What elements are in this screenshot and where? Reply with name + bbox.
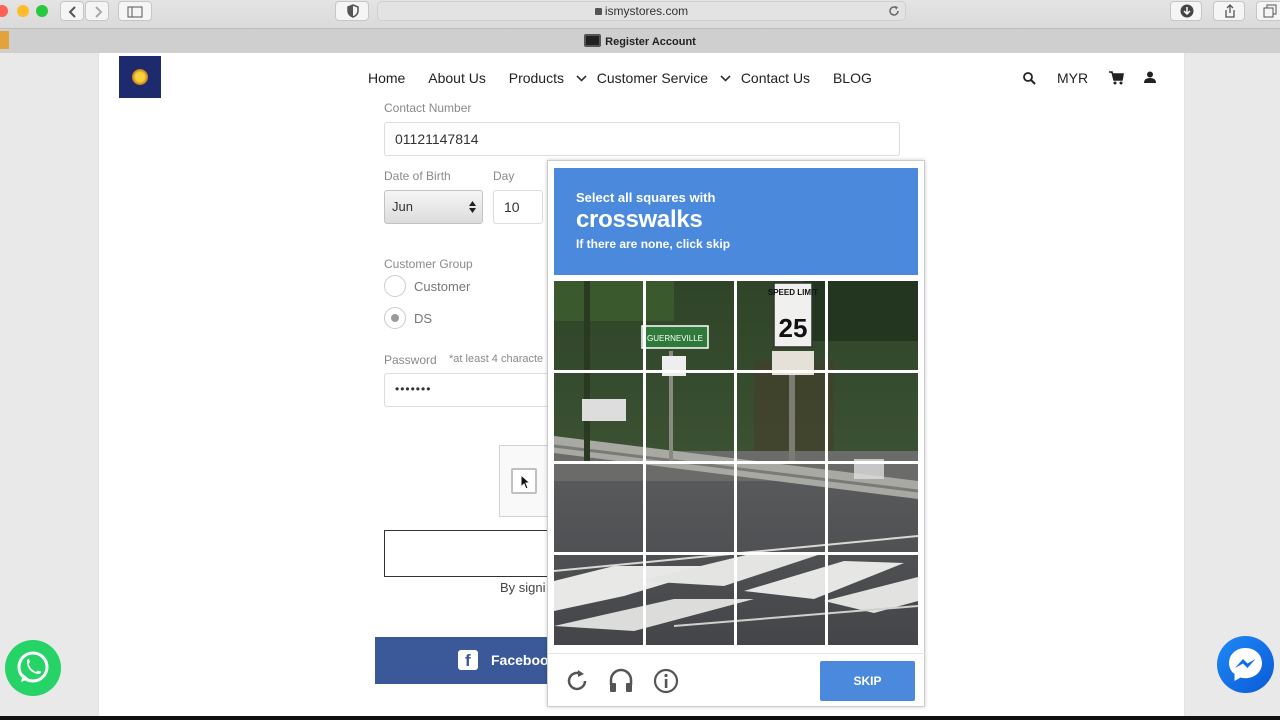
captcha-footer: SKIP — [548, 653, 926, 708]
site-logo[interactable] — [119, 56, 161, 98]
mouse-cursor-icon — [520, 474, 530, 490]
dob-label: Date of Birth — [384, 169, 451, 183]
reload-icon[interactable] — [888, 5, 900, 17]
main-nav: Home About Us Products Customer Service … — [368, 70, 891, 86]
month-select[interactable]: Jun — [384, 190, 483, 224]
whatsapp-icon — [17, 651, 49, 683]
nav-products[interactable]: Products — [509, 70, 593, 86]
captcha-tile[interactable] — [645, 281, 734, 370]
captcha-tile[interactable] — [827, 463, 916, 552]
captcha-tile[interactable] — [645, 463, 734, 552]
facebook-login-button[interactable]: f Faceboo — [375, 637, 553, 684]
day-input[interactable]: 10 — [493, 190, 543, 224]
captcha-tile[interactable] — [736, 463, 825, 552]
radio-customer[interactable] — [384, 275, 406, 297]
captcha-tile[interactable] — [554, 372, 643, 461]
share-button[interactable] — [1213, 1, 1245, 21]
radio-ds-label: DS — [414, 311, 433, 326]
shield-icon — [347, 4, 359, 18]
account-icon[interactable] — [1144, 71, 1156, 84]
chevron-down-icon — [720, 75, 731, 82]
nav-contact-us[interactable]: Contact Us — [741, 70, 810, 86]
captcha-tile[interactable] — [827, 372, 916, 461]
password-input[interactable]: ••••••• — [384, 373, 554, 407]
captcha-tile[interactable] — [736, 281, 825, 370]
captcha-tile[interactable] — [827, 281, 916, 370]
headphones-icon[interactable] — [607, 667, 635, 695]
tab-bar: Register Account — [0, 28, 1280, 53]
url-text: ismystores.com — [604, 4, 689, 18]
nav-products-label: Products — [508, 70, 564, 86]
captcha-challenge: Select all squares with crosswalks If th… — [547, 160, 926, 708]
tabs-icon — [1263, 4, 1277, 18]
downloads-button[interactable] — [1170, 1, 1202, 21]
captcha-target: crosswalks — [576, 206, 703, 233]
captcha-subtext: If there are none, click skip — [576, 237, 731, 251]
facebook-label: Faceboo — [491, 652, 549, 668]
captcha-tile[interactable] — [554, 463, 643, 552]
captcha-image-grid: GUERNEVILLE SPEED LIMIT 25 — [554, 281, 918, 645]
skip-button[interactable]: SKIP — [820, 661, 915, 701]
search-icon[interactable] — [1023, 72, 1036, 85]
reload-icon[interactable] — [563, 667, 591, 695]
captcha-tile[interactable] — [645, 372, 734, 461]
nav-home[interactable]: Home — [368, 70, 405, 86]
whatsapp-button[interactable] — [5, 640, 61, 696]
messenger-icon — [1229, 648, 1262, 681]
sidebar-toggle-button[interactable] — [118, 1, 152, 21]
tab-title: Register Account — [605, 36, 696, 48]
captcha-header: Select all squares with crosswalks If th… — [554, 168, 918, 275]
download-icon — [1180, 4, 1194, 18]
tabs-overview-button[interactable] — [1256, 1, 1280, 21]
chevron-left-icon — [68, 6, 76, 18]
register-button[interactable] — [384, 530, 554, 577]
captcha-tile[interactable] — [736, 372, 825, 461]
captcha-tile[interactable] — [645, 554, 734, 643]
captcha-tile[interactable] — [554, 554, 643, 643]
back-button[interactable] — [60, 1, 84, 21]
select-arrows-icon — [469, 201, 476, 213]
captcha-tile[interactable] — [827, 554, 916, 643]
nav-customer-service-label: Customer Service — [596, 70, 709, 86]
chevron-down-icon — [576, 75, 587, 82]
password-label: Password — [384, 353, 437, 367]
nav-customer-service[interactable]: Customer Service — [597, 70, 737, 86]
maximize-window-button[interactable] — [36, 5, 48, 17]
facebook-icon: f — [458, 650, 478, 670]
nav-about-us[interactable]: About Us — [428, 70, 486, 86]
address-bar[interactable]: ismystores.com — [377, 1, 906, 21]
terms-text: By signi — [500, 580, 546, 595]
recaptcha-widget — [499, 445, 549, 517]
password-hint: *at least 4 characte — [449, 353, 544, 365]
radio-customer-label: Customer — [414, 279, 471, 294]
captcha-instruction: Select all squares with — [576, 190, 716, 205]
browser-chrome: ismystores.com Register Account — [0, 0, 1280, 53]
month-value: Jun — [392, 199, 413, 214]
site-favicon-icon — [584, 34, 602, 47]
chevron-right-icon — [95, 6, 103, 18]
forward-button[interactable] — [85, 1, 109, 21]
nav-blog[interactable]: BLOG — [833, 70, 872, 86]
customer-group-label: Customer Group — [384, 257, 473, 271]
messenger-button[interactable] — [1217, 636, 1274, 693]
contact-number-label: Contact Number — [384, 101, 472, 115]
captcha-tile[interactable] — [736, 554, 825, 643]
share-icon — [1225, 4, 1235, 18]
lock-icon — [594, 8, 602, 15]
pinned-tab[interactable] — [0, 31, 9, 49]
cart-icon[interactable] — [1109, 71, 1124, 85]
contact-number-input[interactable]: 01121147814 — [384, 122, 900, 156]
bottom-edge — [0, 716, 1280, 720]
minimize-window-button[interactable] — [17, 5, 29, 17]
currency-selector[interactable]: MYR — [1057, 70, 1088, 86]
close-window-button[interactable] — [0, 5, 8, 17]
day-label: Day — [493, 169, 515, 183]
logo-emblem-icon — [132, 69, 148, 85]
sidebar-icon — [127, 6, 143, 18]
captcha-tile[interactable] — [554, 281, 643, 370]
radio-ds[interactable] — [384, 307, 406, 329]
privacy-report-button[interactable] — [335, 1, 369, 21]
info-icon[interactable] — [652, 667, 680, 695]
active-tab[interactable]: Register Account — [0, 34, 1280, 48]
